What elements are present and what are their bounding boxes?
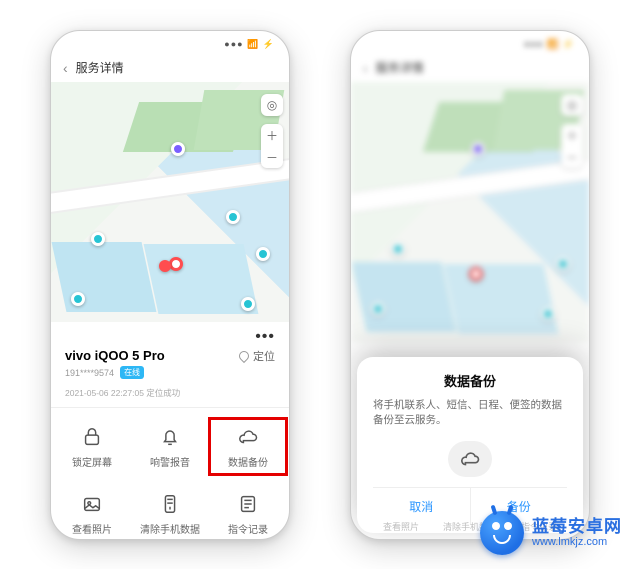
status-icons: ●●● 📶 ⚡ bbox=[524, 39, 575, 50]
action-log[interactable]: 指令记录 bbox=[209, 485, 287, 540]
locate-label: 定位 bbox=[253, 348, 275, 364]
brand-logo-icon bbox=[480, 511, 524, 555]
cloud-icon bbox=[448, 441, 492, 477]
map-pin-teal bbox=[71, 292, 85, 306]
action-lock[interactable]: 锁定屏幕 bbox=[53, 418, 131, 475]
dialog-title: 数据备份 bbox=[373, 371, 567, 390]
nav-title: 服务详情 bbox=[376, 59, 424, 76]
map-pin-teal bbox=[91, 232, 105, 246]
action-grid: 锁定屏幕 响警报音 数据备份 bbox=[51, 412, 289, 540]
divider bbox=[51, 407, 289, 408]
action-label: 数据备份 bbox=[228, 454, 268, 469]
device-name: vivo iQOO 5 Pro bbox=[65, 348, 165, 364]
map-pin-target bbox=[169, 257, 183, 271]
status-bar: ●●● 📶 ⚡ bbox=[351, 31, 589, 53]
map-view[interactable]: ◎ ＋ － bbox=[51, 82, 289, 322]
action-backup[interactable]: 数据备份 bbox=[209, 418, 287, 475]
site-watermark: 蓝莓安卓网 www.lmkjz.com bbox=[480, 511, 622, 555]
phone-right: ●●● 📶 ⚡ ‹ 服务详情 ◎ ＋－ bbox=[350, 30, 590, 540]
action-wipe[interactable]: 清除手机数据 bbox=[131, 485, 209, 540]
bell-icon bbox=[157, 424, 183, 450]
cloud-icon bbox=[235, 424, 261, 450]
action-alarm[interactable]: 响警报音 bbox=[131, 418, 209, 475]
status-icons: ●●● 📶 ⚡ bbox=[224, 39, 275, 50]
back-icon[interactable]: ‹ bbox=[363, 60, 368, 76]
photo-icon bbox=[79, 491, 105, 517]
phone-left: ●●● 📶 ⚡ ‹ 服务详情 ◎ bbox=[50, 30, 290, 540]
action-label: 指令记录 bbox=[228, 521, 268, 536]
locate-button[interactable]: 定位 bbox=[239, 348, 275, 364]
action-label: 清除手机数据 bbox=[140, 521, 200, 536]
backup-dialog: 数据备份 将手机联系人、短信、日程、便签的数据备份至云服务。 取消 备份 bbox=[357, 357, 583, 534]
status-bar: ●●● 📶 ⚡ bbox=[51, 31, 289, 53]
dialog-desc: 将手机联系人、短信、日程、便签的数据备份至云服务。 bbox=[373, 398, 567, 430]
pin-icon bbox=[237, 349, 251, 363]
device-phone: 191****9574 bbox=[65, 368, 114, 378]
more-menu[interactable]: ••• bbox=[51, 322, 289, 346]
nav-title: 服务详情 bbox=[76, 59, 124, 76]
map-pin-teal bbox=[241, 297, 255, 311]
map-pin-teal bbox=[256, 247, 270, 261]
action-label: 查看照片 bbox=[72, 521, 112, 536]
online-badge: 在线 bbox=[120, 366, 144, 379]
back-icon[interactable]: ‹ bbox=[63, 60, 68, 76]
action-label: 锁定屏幕 bbox=[72, 454, 112, 469]
map-locate-icon[interactable]: ◎ bbox=[261, 94, 283, 116]
map-tool-stack-top[interactable]: ◎ bbox=[261, 94, 283, 116]
zoom-out-icon[interactable]: － bbox=[261, 146, 283, 168]
brand-url: www.lmkjz.com bbox=[532, 536, 622, 549]
lock-icon bbox=[79, 424, 105, 450]
locate-timestamp: 2021-05-06 22:27:05 定位成功 bbox=[51, 387, 289, 403]
map-pin-red bbox=[159, 260, 171, 272]
map-pin-purple bbox=[171, 142, 185, 156]
action-photos[interactable]: 查看照片 bbox=[53, 485, 131, 540]
log-icon bbox=[235, 491, 261, 517]
nav-bar: ‹ 服务详情 bbox=[51, 53, 289, 82]
zoom-in-icon[interactable]: ＋ bbox=[261, 124, 283, 146]
map-zoom-stack[interactable]: ＋ － bbox=[261, 124, 283, 168]
nav-bar: ‹ 服务详情 bbox=[351, 53, 589, 82]
brand-name: 蓝莓安卓网 bbox=[532, 517, 622, 537]
map-view: ◎ ＋－ bbox=[351, 82, 589, 342]
map-pin-teal bbox=[226, 210, 240, 224]
wipe-icon bbox=[157, 491, 183, 517]
action-label: 响警报音 bbox=[150, 454, 190, 469]
